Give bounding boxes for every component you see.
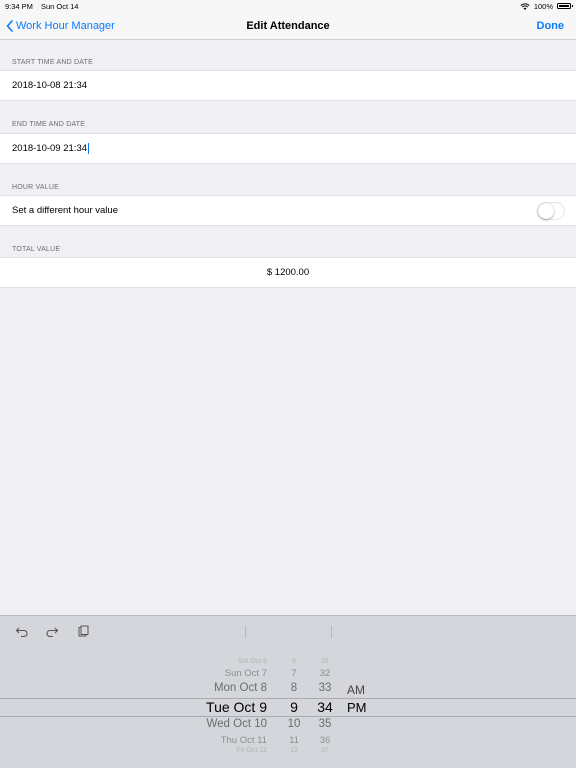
date-time-picker[interactable]: Sat Oct 6 Sun Oct 7 Mon Oct 8 Tue Oct 9 … [0, 655, 576, 768]
picker-minute-option: 35 [318, 718, 332, 730]
picker-minute-column[interactable]: 31 32 33 34 35 36 37 [310, 655, 340, 768]
status-date: Sun Oct 14 [40, 1, 79, 11]
picker-minute-selected: 34 [317, 699, 333, 715]
picker-hour-column[interactable]: 6 7 8 9 10 11 12 [280, 655, 308, 768]
picker-hour-option: 10 [287, 718, 301, 730]
picker-minute-option: 37 [321, 747, 329, 754]
toggle-knob [538, 203, 554, 219]
navigation-bar: Work Hour Manager Edit Attendance Done [0, 12, 576, 40]
picker-date-option: Sun Oct 7 [224, 668, 267, 679]
picker-hour-option: 12 [290, 747, 298, 754]
picker-pm-selected: PM [347, 700, 367, 715]
picker-minute-option: 32 [319, 668, 331, 679]
start-time-field[interactable]: 2018-10-08 21:34 [0, 70, 576, 101]
picker-hour-option: 8 [290, 682, 298, 694]
start-time-header: START TIME AND DATE [12, 59, 93, 66]
paste-icon[interactable] [76, 625, 90, 637]
text-cursor [88, 143, 90, 154]
end-time-value: 2018-10-09 21:34 [12, 143, 88, 154]
shortcut-toolbar [0, 616, 576, 646]
picker-hour-selected: 9 [290, 699, 298, 715]
start-time-value: 2018-10-08 21:34 [12, 80, 88, 91]
hour-value-row: Set a different hour value [0, 195, 576, 226]
picker-hour-option: 6 [292, 658, 296, 665]
done-button[interactable]: Done [537, 20, 565, 32]
picker-date-option: Thu Oct 11 [220, 735, 267, 746]
picker-date-selected: Tue Oct 9 [206, 699, 267, 715]
picker-am-option: AM [347, 683, 365, 697]
undo-icon[interactable] [15, 625, 29, 637]
picker-minute-option: 31 [321, 658, 329, 665]
toolbar-divider [245, 626, 246, 638]
picker-date-option: Mon Oct 8 [213, 682, 267, 694]
hour-value-label: Set a different hour value [12, 205, 118, 216]
back-button[interactable]: Work Hour Manager [6, 12, 115, 40]
picker-minute-option: 33 [318, 682, 332, 694]
picker-hour-option: 11 [289, 735, 299, 746]
battery-percent: 100% [533, 1, 553, 11]
end-time-header: END TIME AND DATE [12, 121, 86, 128]
status-time: 9:34 PM [5, 1, 33, 11]
picker-date-column[interactable]: Sat Oct 6 Sun Oct 7 Mon Oct 8 Tue Oct 9 … [150, 655, 267, 768]
redo-icon[interactable] [45, 625, 59, 637]
picker-hour-option: 7 [291, 668, 297, 679]
total-value-row: $ 1200.00 [0, 257, 576, 288]
picker-date-option: Wed Oct 10 [206, 718, 267, 730]
total-value: $ 1200.00 [266, 267, 310, 278]
hour-value-header: HOUR VALUE [12, 184, 59, 191]
toolbar-divider [331, 626, 332, 638]
picker-ampm-column[interactable]: AM PM [347, 655, 377, 768]
end-time-field[interactable]: 2018-10-09 21:34 [0, 133, 576, 164]
back-button-label: Work Hour Manager [16, 20, 115, 32]
wifi-icon [520, 2, 530, 10]
chevron-left-icon [6, 20, 13, 32]
total-value-header: TOTAL VALUE [12, 246, 61, 253]
hour-value-toggle[interactable] [537, 202, 565, 220]
picker-date-option: Fri Oct 12 [236, 747, 267, 754]
battery-icon [557, 3, 573, 9]
status-bar: 9:34 PM Sun Oct 14 100% [0, 0, 576, 12]
picker-date-option: Sat Oct 6 [237, 658, 267, 665]
picker-minute-option: 36 [319, 735, 331, 746]
